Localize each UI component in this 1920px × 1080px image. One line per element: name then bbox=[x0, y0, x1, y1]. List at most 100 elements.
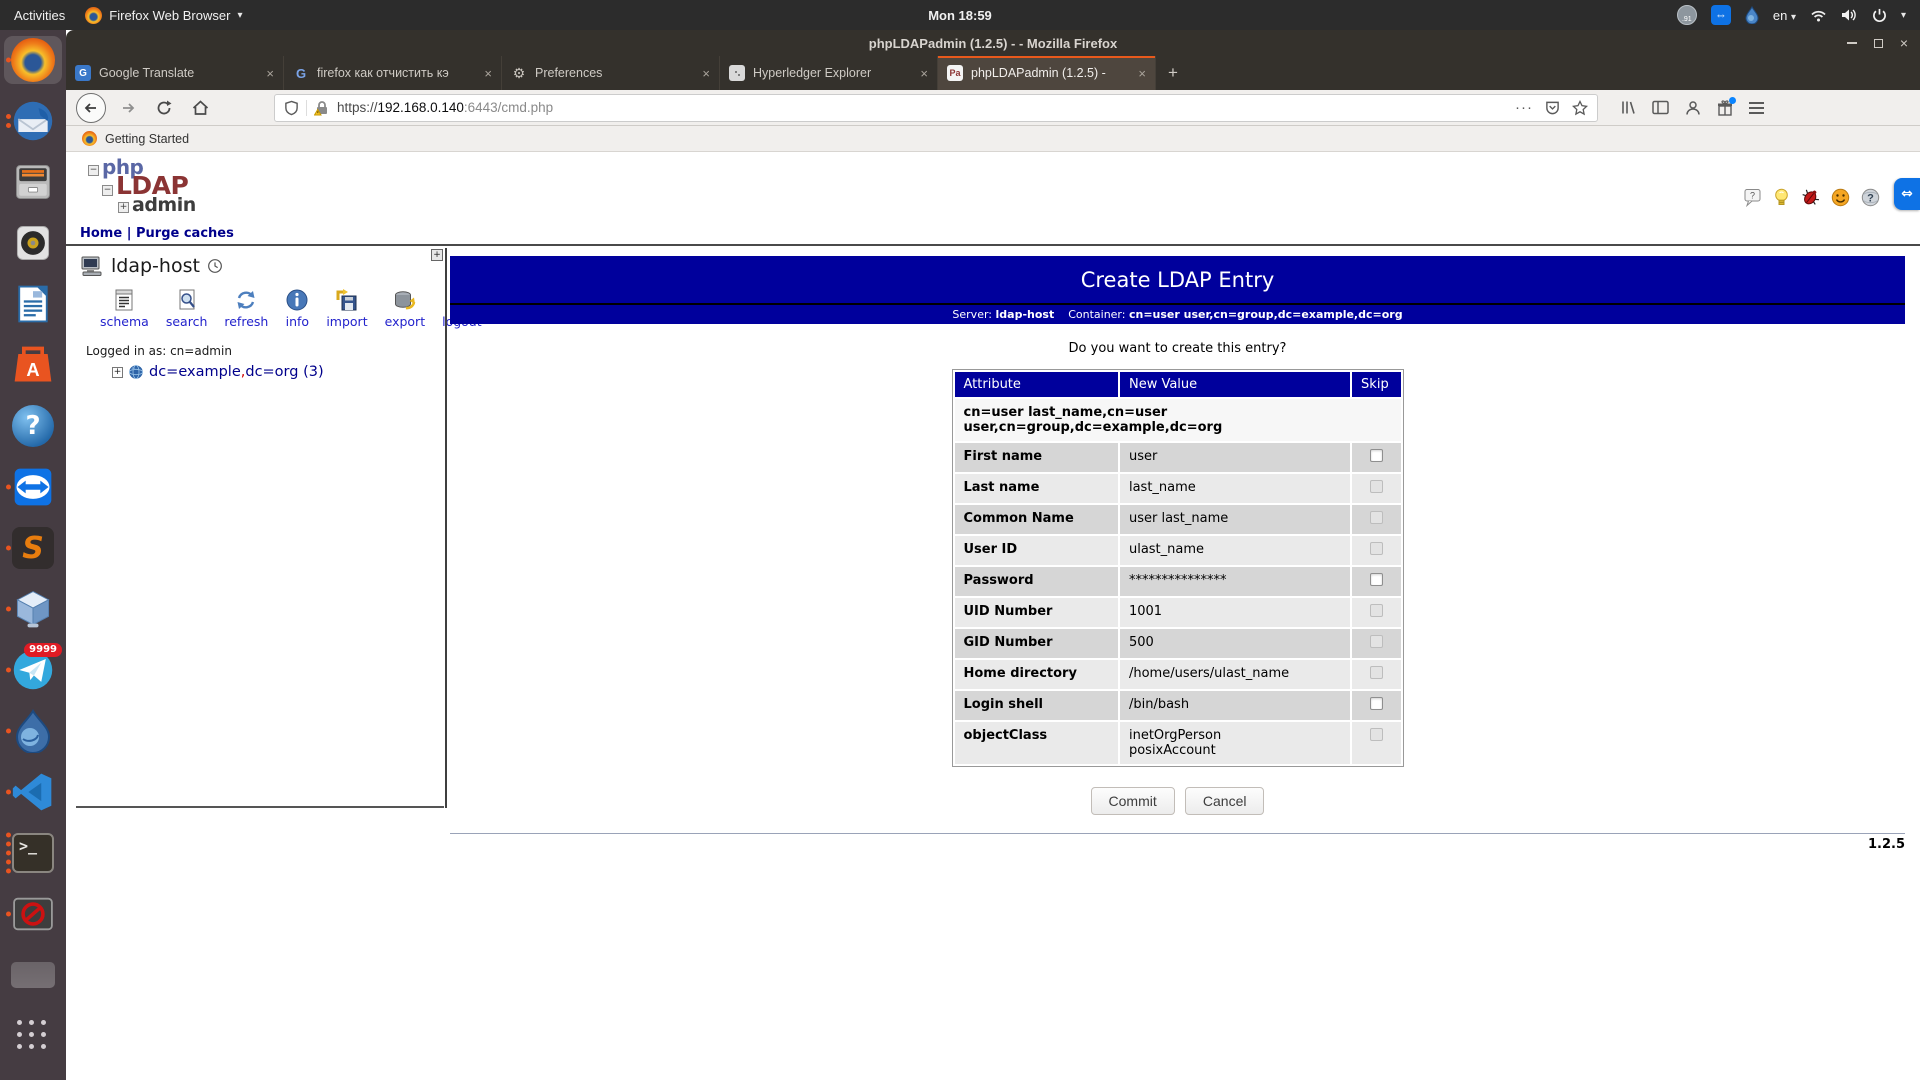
lightbulb-icon[interactable] bbox=[1773, 188, 1790, 207]
forward-button[interactable] bbox=[114, 94, 142, 122]
maximize-button[interactable] bbox=[1874, 39, 1883, 48]
page-title: Create LDAP Entry bbox=[450, 256, 1905, 305]
deluge-tray-icon[interactable] bbox=[1745, 6, 1759, 24]
dock-thunderbird-icon[interactable] bbox=[4, 97, 62, 145]
dock-terminal-icon[interactable]: >_ bbox=[4, 829, 62, 877]
purge-caches-link[interactable]: Purge caches bbox=[136, 226, 234, 241]
skip-checkbox[interactable] bbox=[1370, 573, 1383, 586]
sidebar-divider bbox=[445, 248, 447, 808]
menu-icon[interactable] bbox=[1749, 102, 1764, 114]
svg-text:?: ? bbox=[1750, 191, 1755, 201]
system-menu-chevron-icon[interactable]: ▾ bbox=[1901, 10, 1906, 21]
dock-help-icon[interactable]: ? bbox=[4, 402, 62, 450]
bug-report-icon[interactable] bbox=[1801, 188, 1820, 207]
tab-close-icon[interactable]: × bbox=[484, 66, 492, 81]
dock-rhythmbox-icon[interactable] bbox=[4, 219, 62, 267]
ubuntu-dock: A ? S 9999 >_ bbox=[0, 30, 66, 1080]
tab-close-icon[interactable]: × bbox=[920, 66, 928, 81]
commit-button[interactable]: Commit bbox=[1091, 787, 1175, 815]
skip-checkbox bbox=[1370, 728, 1383, 741]
clock[interactable]: Mon 18:59 bbox=[0, 8, 1920, 23]
search-button[interactable]: search bbox=[166, 288, 208, 329]
wifi-icon bbox=[1810, 9, 1827, 22]
keyboard-layout-indicator[interactable]: en ▾ bbox=[1773, 8, 1796, 23]
home-button[interactable] bbox=[186, 94, 214, 122]
activities-button[interactable]: Activities bbox=[14, 8, 65, 23]
dock-sublime-text-icon[interactable]: S bbox=[4, 524, 62, 572]
tab-google-translate[interactable]: G Google Translate × bbox=[66, 56, 284, 90]
cancel-button[interactable]: Cancel bbox=[1185, 787, 1265, 815]
reload-button[interactable] bbox=[150, 94, 178, 122]
tab-google-search[interactable]: G firefox как отчистить кэ × bbox=[284, 56, 502, 90]
dock-ghost-window-icon bbox=[4, 951, 62, 999]
dock-ubuntu-software-icon[interactable]: A bbox=[4, 341, 62, 389]
tab-phpldapadmin[interactable]: Pa phpLDAPadmin (1.2.5) - × bbox=[938, 56, 1156, 90]
bookmarks-toolbar: Getting Started bbox=[66, 126, 1920, 152]
minimize-button[interactable] bbox=[1847, 42, 1857, 44]
sidebar-toggle-icon[interactable] bbox=[1652, 100, 1669, 115]
tab-hyperledger-explorer[interactable]: Hyperledger Explorer × bbox=[720, 56, 938, 90]
dock-files-icon[interactable] bbox=[4, 158, 62, 206]
tree-node-dc-example[interactable]: + dc=example,dc=org (3) bbox=[112, 364, 324, 380]
insecure-lock-icon[interactable] bbox=[314, 100, 330, 116]
show-applications-button[interactable] bbox=[4, 1012, 62, 1060]
export-icon bbox=[393, 288, 417, 312]
skip-checkbox[interactable] bbox=[1370, 697, 1383, 710]
dock-deluge-icon[interactable] bbox=[4, 707, 62, 755]
globe-help-icon[interactable]: ? bbox=[1861, 188, 1880, 207]
library-icon[interactable] bbox=[1620, 100, 1636, 115]
phpldapadmin-page: −php −LDAP +admin ? ? ⇔ Home | bbox=[66, 152, 1920, 1080]
whats-new-gift-icon[interactable] bbox=[1717, 100, 1733, 116]
tab-close-icon[interactable]: × bbox=[266, 66, 274, 81]
donate-smiley-icon[interactable] bbox=[1831, 188, 1850, 207]
info-button[interactable]: info bbox=[285, 288, 309, 329]
firefox-bookmark-icon bbox=[82, 131, 97, 146]
app-menu[interactable]: Firefox Web Browser ▾ bbox=[85, 7, 242, 24]
url-text[interactable]: https://192.168.0.140:6443/cmd.php bbox=[337, 100, 1508, 115]
server-name[interactable]: ldap-host bbox=[111, 255, 200, 277]
dock-telegram-icon[interactable]: 9999 bbox=[4, 646, 62, 694]
search-icon bbox=[175, 288, 199, 312]
export-button[interactable]: export bbox=[385, 288, 426, 329]
window-titlebar[interactable]: phpLDAPadmin (1.2.5) - - Mozilla Firefox… bbox=[66, 30, 1920, 56]
dock-virtualbox-icon[interactable] bbox=[4, 585, 62, 633]
teamviewer-overlay-icon[interactable]: ⇔ bbox=[1894, 178, 1920, 210]
table-row: Login shell /bin/bash bbox=[955, 691, 1401, 720]
dock-teamviewer-icon[interactable] bbox=[4, 463, 62, 511]
divider bbox=[66, 244, 1920, 246]
table-row: Last name last_name bbox=[955, 474, 1401, 503]
tab-close-icon[interactable]: × bbox=[702, 66, 710, 81]
bookmark-getting-started[interactable]: Getting Started bbox=[105, 132, 189, 146]
account-icon[interactable] bbox=[1685, 100, 1701, 116]
dock-vscode-icon[interactable] bbox=[4, 768, 62, 816]
refresh-button[interactable]: refresh bbox=[224, 288, 268, 329]
tree-collapse-icon: − bbox=[88, 165, 99, 176]
sidebar-collapse-button[interactable]: + bbox=[431, 249, 443, 261]
url-bar[interactable]: https://192.168.0.140:6443/cmd.php ··· bbox=[274, 94, 1598, 122]
page-actions-icon[interactable]: ··· bbox=[1515, 99, 1533, 116]
home-link[interactable]: Home bbox=[80, 226, 122, 241]
schema-button[interactable]: schema bbox=[100, 288, 149, 329]
table-row: objectClass inetOrgPersonposixAccount bbox=[955, 722, 1401, 764]
close-button[interactable]: × bbox=[1900, 36, 1908, 50]
table-row: User ID ulast_name bbox=[955, 536, 1401, 565]
back-button[interactable] bbox=[76, 93, 106, 123]
phpldapadmin-logo[interactable]: −php −LDAP +admin bbox=[88, 160, 196, 215]
tree-expand-icon[interactable]: + bbox=[112, 367, 123, 378]
help-icon[interactable]: ? bbox=[1744, 188, 1762, 207]
version-label: 1.2.5 bbox=[450, 837, 1905, 852]
system-load-indicator-icon[interactable]: .91 bbox=[1677, 5, 1697, 25]
tab-preferences[interactable]: ⚙ Preferences × bbox=[502, 56, 720, 90]
tab-close-icon[interactable]: × bbox=[1138, 66, 1146, 81]
skip-checkbox[interactable] bbox=[1370, 449, 1383, 462]
pocket-icon[interactable] bbox=[1545, 100, 1560, 116]
tracking-protection-shield-icon[interactable] bbox=[284, 100, 299, 116]
dock-libreoffice-writer-icon[interactable] bbox=[4, 280, 62, 328]
teamviewer-tray-icon[interactable]: ⇔ bbox=[1711, 5, 1731, 25]
dock-screen-blocker-icon[interactable] bbox=[4, 890, 62, 938]
logged-in-status: Logged in as: cn=admin bbox=[86, 344, 232, 358]
import-button[interactable]: import bbox=[326, 288, 367, 329]
new-tab-button[interactable]: + bbox=[1156, 56, 1190, 90]
bookmark-star-icon[interactable] bbox=[1572, 100, 1588, 116]
dock-firefox-icon[interactable] bbox=[4, 36, 62, 84]
